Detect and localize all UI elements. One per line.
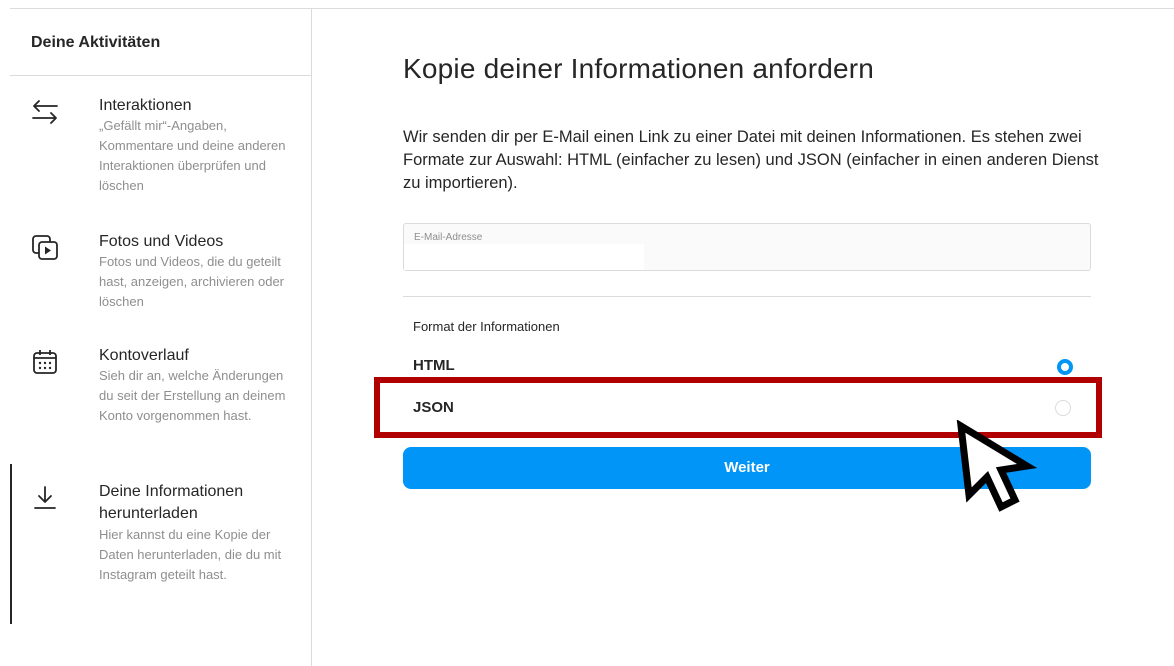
main-content: Kopie deiner Informationen anfordern Wir…	[313, 9, 1174, 666]
divider	[403, 296, 1091, 297]
sidebar-item-desc: Hier kannst du eine Kopie der Daten heru…	[99, 527, 282, 582]
format-option-html[interactable]: HTML	[413, 357, 455, 374]
sidebar-item-title: Interaktionen	[99, 97, 192, 114]
sidebar-item-informationen-herunterladen[interactable]: Deine Informationen herunterladen Hier k…	[10, 481, 310, 621]
sidebar: Deine Aktivitäten Interaktionen „Gefällt…	[10, 9, 312, 666]
download-icon	[34, 486, 56, 509]
sidebar-item-kontoverlauf[interactable]: Kontoverlauf Sieh dir an, welche Änderun…	[10, 345, 310, 455]
intro-text: Wir senden dir per E-Mail einen Link zu …	[403, 128, 1099, 192]
cursor-arrow-icon	[956, 420, 1038, 512]
sidebar-item-fotos-videos[interactable]: Fotos und Videos Fotos und Videos, die d…	[10, 231, 310, 331]
calendar-icon	[33, 350, 57, 374]
sidebar-item-title: Fotos und Videos	[99, 233, 224, 250]
photo-video-icon	[32, 235, 58, 260]
radio-html[interactable]	[1057, 359, 1073, 375]
sidebar-item-title: Kontoverlauf	[99, 347, 189, 364]
sidebar-item-desc: Fotos und Videos, die du geteilt hast, a…	[99, 254, 285, 309]
page-title: Kopie deiner Informationen anfordern	[403, 53, 875, 84]
sidebar-item-desc: „Gefällt mir“-Angaben, Kommentare und de…	[99, 118, 286, 193]
sidebar-title: Deine Aktivitäten	[10, 9, 311, 76]
arrows-swap-icon	[32, 100, 58, 124]
email-field-label: E-Mail-Adresse	[414, 232, 483, 243]
sidebar-item-title: Deine Informationen herunterladen	[99, 483, 244, 522]
email-field[interactable]: E-Mail-Adresse	[403, 223, 1091, 271]
sidebar-item-desc: Sieh dir an, welche Änderungen du seit d…	[99, 368, 286, 423]
format-label: Format der Informationen	[413, 319, 560, 334]
sidebar-item-interaktionen[interactable]: Interaktionen „Gefällt mir“-Angaben, Kom…	[10, 95, 310, 205]
email-field-value[interactable]	[404, 244, 644, 270]
